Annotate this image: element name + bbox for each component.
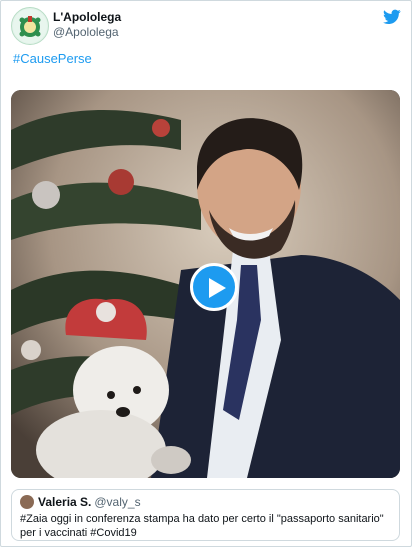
- account-handle[interactable]: @Apololega: [53, 25, 121, 40]
- lega-logo-icon: [13, 9, 47, 43]
- tweet-card: L'Apololega @Apololega #CausePerse Valer…: [0, 0, 412, 547]
- quoted-handle[interactable]: @valy_s: [94, 495, 140, 509]
- quoted-tweet-header: Valeria S. @valy_s: [20, 495, 141, 510]
- quoted-tweet-text: #Zaia oggi in conferenza stampa ha dato …: [20, 513, 384, 539]
- account-names[interactable]: L'Apololega @Apololega: [53, 10, 121, 40]
- display-name[interactable]: L'Apololega: [53, 10, 121, 25]
- play-icon: [209, 278, 226, 298]
- avatar[interactable]: [11, 7, 49, 45]
- quoted-avatar[interactable]: [20, 495, 34, 509]
- hashtag-link[interactable]: #CausePerse: [13, 51, 92, 66]
- tweet-header: L'Apololega @Apololega: [11, 7, 401, 47]
- twitter-bird-icon[interactable]: [383, 9, 401, 25]
- play-button[interactable]: [190, 263, 238, 311]
- quoted-tweet[interactable]: Valeria S. @valy_s #Zaia oggi in conferen…: [11, 489, 400, 541]
- video-player[interactable]: [11, 90, 400, 478]
- quoted-display-name[interactable]: Valeria S.: [38, 495, 91, 509]
